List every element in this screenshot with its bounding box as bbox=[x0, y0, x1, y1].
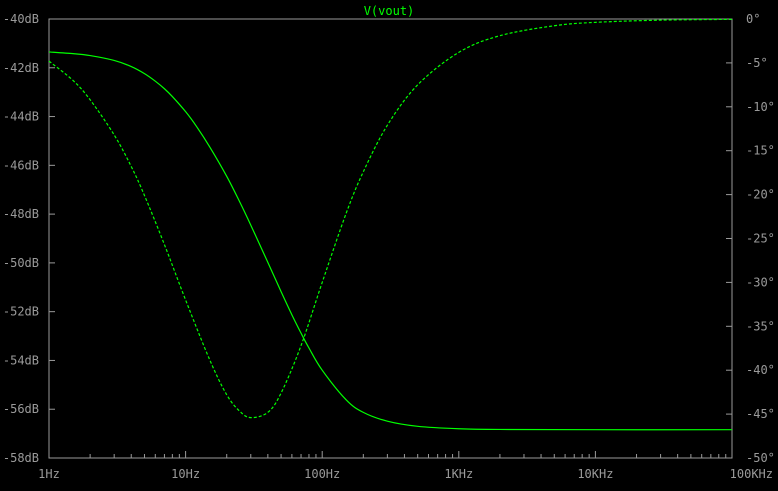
left-y-tick-label: -48dB bbox=[3, 207, 39, 221]
left-y-tick-label: -46dB bbox=[3, 158, 39, 172]
right-y-tick-label: -10° bbox=[746, 100, 775, 114]
x-tick-label: 10Hz bbox=[171, 467, 200, 481]
left-y-axis: -40dB -42dB -44dB -46dB -48dB -50dB -52dB -54dB… bbox=[3, 12, 55, 465]
left-y-tick-label: -40dB bbox=[3, 12, 39, 26]
x-tick-label: 100Hz bbox=[304, 467, 340, 481]
trace-title[interactable]: V(vout) bbox=[364, 4, 415, 18]
bode-plot-window: V(vout) 1Hz 10Hz 100Hz 1KHz 10KHz 100KHz -40d… bbox=[0, 0, 778, 486]
right-y-tick-label: 0° bbox=[746, 12, 760, 26]
right-y-tick-label: -40° bbox=[746, 363, 775, 377]
left-y-tick-label: -52dB bbox=[3, 305, 39, 319]
right-y-tick-label: -5° bbox=[746, 56, 768, 70]
right-y-tick-label: -30° bbox=[746, 275, 775, 289]
phase-trace bbox=[48, 18, 733, 419]
left-y-tick-label: -44dB bbox=[3, 110, 39, 124]
right-y-tick-label: -50° bbox=[746, 451, 775, 465]
left-y-tick-label: -42dB bbox=[3, 61, 39, 75]
right-y-tick-label: -35° bbox=[746, 319, 775, 333]
left-y-tick-label: -58dB bbox=[3, 451, 39, 465]
x-tick-label: 1Hz bbox=[38, 467, 60, 481]
left-y-tick-label: -54dB bbox=[3, 353, 39, 367]
left-y-tick-label: -56dB bbox=[3, 402, 39, 416]
bode-plot: V(vout) 1Hz 10Hz 100Hz 1KHz 10KHz 100KHz -40d… bbox=[3, 4, 775, 481]
right-y-tick-label: -15° bbox=[746, 144, 775, 158]
left-y-tick-label: -50dB bbox=[3, 256, 39, 270]
x-tick-label: 1KHz bbox=[444, 467, 473, 481]
magnitude-trace bbox=[48, 51, 733, 431]
right-y-tick-label: -25° bbox=[746, 232, 775, 246]
right-y-axis: 0° -5° -10° -15° -20° -25° -30° -35° -40° -45° -50… bbox=[726, 12, 775, 465]
x-tick-label: 100KHz bbox=[730, 467, 773, 481]
x-axis: 1Hz 10Hz 100Hz 1KHz 10KHz 100KHz bbox=[38, 451, 773, 481]
x-tick-label: 10KHz bbox=[577, 467, 613, 481]
right-y-tick-label: -45° bbox=[746, 407, 775, 421]
plot-frame bbox=[48, 18, 733, 459]
traces bbox=[48, 18, 733, 431]
right-y-tick-label: -20° bbox=[746, 188, 775, 202]
